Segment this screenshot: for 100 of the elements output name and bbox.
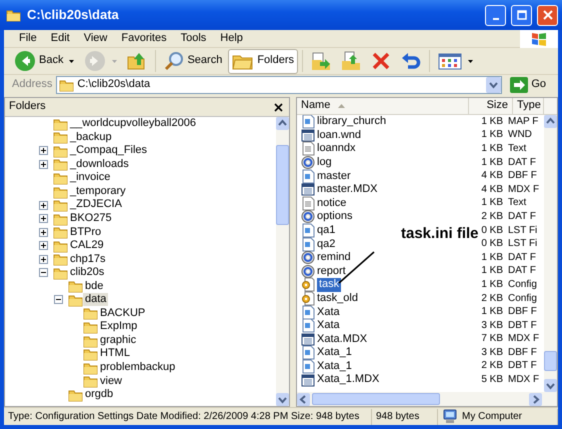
file-name[interactable]: log [317, 156, 332, 170]
expand-icon[interactable] [39, 146, 48, 156]
folder-item[interactable]: _backup [68, 130, 114, 144]
file-name[interactable]: report [317, 264, 346, 278]
expand-icon[interactable] [39, 228, 48, 237]
folder-item[interactable]: orgdb [83, 388, 116, 402]
expand-icon[interactable] [39, 214, 48, 224]
file-name[interactable]: library_church [317, 115, 386, 128]
file-name[interactable]: qa1 [317, 224, 336, 238]
address-field[interactable]: C:\clib20s\data [56, 76, 502, 94]
column-header[interactable]: Size [469, 98, 513, 114]
folder-item[interactable]: _Compaq_Files [68, 144, 150, 158]
column-header[interactable]: Name [297, 98, 469, 114]
folder-icon [53, 212, 68, 226]
expand-icon[interactable] [39, 254, 48, 264]
file-name[interactable]: Xata.MDX [317, 332, 368, 346]
collapse-icon[interactable] [54, 295, 63, 304]
file-name[interactable]: Xata_1.MDX [317, 373, 380, 387]
file-name[interactable]: remind [317, 251, 351, 264]
maximize-button[interactable] [511, 4, 532, 26]
file-size: 1 KB [480, 252, 503, 264]
file-name[interactable]: Xata [317, 306, 340, 319]
copy-to-folder-icon [341, 51, 362, 71]
search-button[interactable]: Search [160, 48, 226, 74]
back-button[interactable]: Back [10, 48, 78, 74]
folders-button[interactable]: Folders [228, 48, 298, 74]
scroll-thumb[interactable] [544, 351, 557, 371]
scroll-up-icon[interactable] [544, 115, 557, 128]
folder-item[interactable]: HTML [98, 347, 132, 361]
scroll-thumb[interactable] [312, 393, 440, 405]
scroll-down-icon[interactable] [276, 393, 289, 406]
folder-item[interactable]: _downloads [68, 158, 131, 171]
menu-item[interactable]: File [12, 32, 44, 46]
folder-item[interactable]: BACKUP [98, 306, 148, 320]
folder-item[interactable]: BKO275 [68, 212, 114, 226]
close-icon[interactable] [274, 102, 283, 112]
file-name[interactable]: loan.wnd [317, 128, 362, 142]
scroll-right-icon[interactable] [529, 392, 542, 406]
file-name[interactable]: Xata_1 [317, 346, 352, 360]
scrollbar[interactable] [276, 117, 289, 406]
minimize-button[interactable] [485, 4, 506, 26]
scrollbar[interactable] [544, 115, 557, 392]
file-type: DAT F [507, 252, 537, 264]
folder-item[interactable]: CAL29 [68, 239, 106, 252]
file-name[interactable]: options [317, 210, 352, 224]
folder-item[interactable]: _invoice [68, 171, 112, 185]
collapse-icon[interactable] [39, 268, 48, 278]
file-name[interactable]: notice [317, 196, 346, 210]
minimize-icon [492, 18, 498, 20]
folder-item[interactable]: bde [83, 280, 106, 293]
file-name[interactable]: qa2 [317, 238, 336, 251]
expand-icon[interactable] [39, 241, 48, 250]
expand-icon[interactable] [39, 160, 48, 169]
scroll-left-icon[interactable] [297, 392, 310, 406]
folder-icon [83, 374, 98, 388]
scrollbar[interactable] [297, 392, 557, 406]
menu-item[interactable]: Edit [44, 32, 77, 46]
folder-item[interactable]: view [98, 374, 124, 388]
folder-item[interactable]: graphic [98, 334, 138, 348]
file-size: 1 KB [480, 129, 503, 142]
column-header[interactable]: Type [513, 98, 544, 114]
folder-item[interactable]: chp17s [68, 252, 108, 266]
dropdown-icon[interactable] [486, 77, 502, 93]
file-size: 1 KB [480, 142, 503, 155]
folder-item[interactable]: _temporary [68, 184, 128, 198]
document-icon [301, 358, 315, 374]
file-name[interactable]: loanndx [317, 142, 356, 156]
file-name[interactable]: task_old [317, 292, 358, 306]
expand-icon[interactable] [39, 200, 48, 210]
back-icon [14, 50, 36, 72]
file-name[interactable]: task [317, 278, 342, 292]
scroll-down-icon[interactable] [544, 379, 557, 392]
file-name[interactable]: master.MDX [317, 183, 378, 196]
document-icon [301, 115, 315, 130]
window-icon [301, 332, 315, 347]
go-button[interactable]: Go [506, 77, 554, 93]
folder-item[interactable]: ExpImp [98, 320, 140, 334]
menu-item[interactable]: View [76, 32, 114, 46]
menu-item[interactable]: Help [213, 32, 250, 46]
file-name[interactable]: master [317, 170, 351, 183]
folder-item[interactable]: problembackup [98, 361, 178, 374]
folder-item[interactable]: __worldcupvolleyball2006 [68, 117, 198, 130]
scroll-up-icon[interactable] [276, 117, 289, 130]
file-type: Config [507, 278, 538, 291]
file-name[interactable]: Xata_1 [317, 360, 352, 374]
close-button[interactable] [537, 4, 558, 26]
file-size: 0 KB [480, 238, 503, 250]
folder-icon [53, 157, 68, 172]
window-title: C:\clib20s\data [27, 7, 120, 23]
folder-item[interactable]: clib20s [68, 266, 106, 280]
status-text: Type: Configuration Settings Date Modified: 2/26/2009 4:28 PM Size: 948 bytes [8, 410, 360, 422]
scroll-thumb[interactable] [276, 145, 289, 225]
file-name[interactable]: Xata [317, 319, 340, 332]
folder-item[interactable]: data [83, 293, 108, 306]
menu-item[interactable]: Tools [174, 32, 214, 46]
folder-item[interactable]: BTPro [68, 226, 104, 239]
folder-item[interactable]: _ZDJECIA [68, 198, 124, 212]
folder-icon [53, 130, 68, 144]
file-type: MDX F [507, 184, 540, 196]
menu-item[interactable]: Favorites [114, 32, 174, 46]
